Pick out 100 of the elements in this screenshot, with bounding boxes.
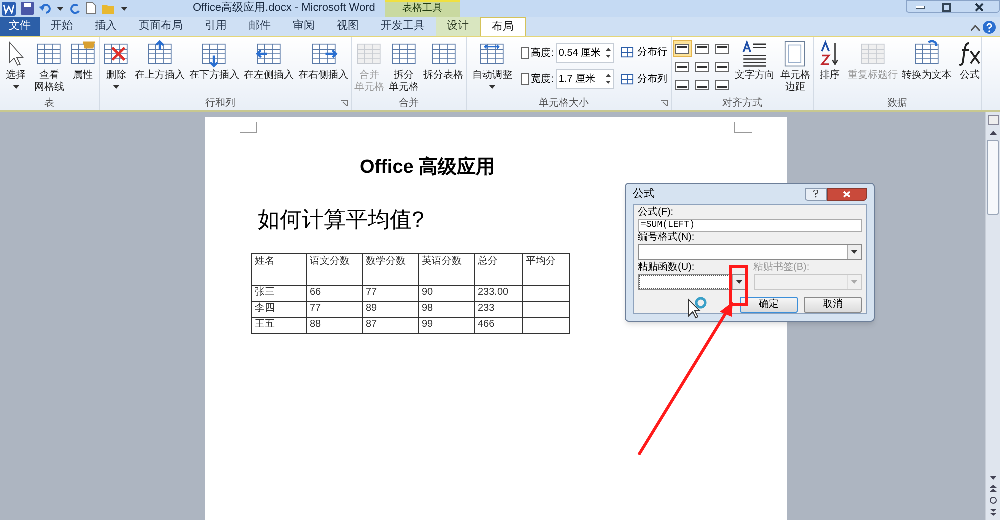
ribbon-button[interactable]: 在左侧插入 <box>242 37 296 97</box>
table-cell: 87 <box>362 317 418 333</box>
ribbon-button[interactable]: 在下方插入 <box>187 37 242 97</box>
ribbon-tab[interactable]: 开发工具 <box>370 17 436 36</box>
ribbon-button[interactable]: 文字方向 <box>732 37 777 97</box>
save-icon[interactable] <box>21 2 34 15</box>
dialog-launcher-icon[interactable] <box>661 100 668 107</box>
group-label: 数据 <box>886 98 908 110</box>
ribbon-tab[interactable]: 插入 <box>84 17 128 36</box>
previous-page-icon[interactable] <box>990 485 996 492</box>
ribbon-button[interactable]: 拆分 单元格 <box>386 37 421 97</box>
group-label: 表 <box>44 98 56 110</box>
table-header-cell: 语文分数 <box>306 253 362 285</box>
ribbon-tab[interactable]: 视图 <box>326 17 370 36</box>
align-button[interactable] <box>672 40 692 57</box>
dialog-launcher-icon[interactable] <box>341 100 348 107</box>
close-button[interactable] <box>827 188 867 200</box>
cancel-button[interactable]: 取消 <box>804 297 862 313</box>
table-cell <box>522 317 570 333</box>
field-label: 高度: <box>531 46 554 60</box>
ribbon-button[interactable]: 在上方插入 <box>132 37 187 97</box>
highlight-frame <box>729 265 748 306</box>
table-cell: 99 <box>418 317 474 333</box>
table-cell: 李四 <box>252 301 306 317</box>
ribbon-button[interactable]: 自动调整 <box>470 37 514 97</box>
ribbon-tab[interactable]: 引用 <box>194 17 238 36</box>
ribbon-button[interactable]: 拆分表格 <box>422 37 466 97</box>
field-label: 粘贴函数(U): <box>638 262 696 274</box>
ribbon-button[interactable]: 单元格 边距 <box>778 37 812 97</box>
dialog-title: 公式 <box>633 186 656 202</box>
ribbon-button[interactable]: 属性 <box>66 37 99 97</box>
word-logo-icon <box>2 2 16 16</box>
table-cell: 233 <box>474 301 522 317</box>
corner-mark <box>240 122 258 134</box>
formula-field[interactable]: =SUM(LEFT) <box>638 219 862 232</box>
ribbon-tab[interactable]: 开始 <box>40 17 84 36</box>
close-icon <box>843 190 851 198</box>
cell-alignment-icon <box>715 62 730 72</box>
table-cell: 77 <box>306 301 362 317</box>
spin-field[interactable]: 0.54 厘米 <box>556 43 614 63</box>
help-button[interactable] <box>805 188 827 200</box>
dropdown-field[interactable] <box>754 274 862 290</box>
ribbon-tab[interactable]: 邮件 <box>238 17 282 36</box>
ok-button[interactable]: 确定 <box>740 297 798 313</box>
group-label: 行和列 <box>204 98 236 110</box>
help-icon[interactable] <box>983 21 996 34</box>
busy-cursor-icon <box>688 296 708 319</box>
ribbon-tab[interactable]: 文件 <box>0 17 40 36</box>
table-cell: 66 <box>306 285 362 301</box>
spin-field[interactable]: 1.7 厘米 <box>556 69 614 89</box>
table-cell: 233.00 <box>474 285 522 301</box>
undo-icon[interactable] <box>39 2 52 15</box>
document-question: 如何计算平均值? <box>258 206 424 234</box>
browse-object-icon[interactable] <box>990 497 996 504</box>
collapse-ribbon-icon[interactable] <box>971 25 980 31</box>
table-header-cell: 英语分数 <box>418 253 474 285</box>
ribbon-tab[interactable]: 设计 <box>436 17 480 36</box>
vertical-scrollbar[interactable] <box>985 112 1000 520</box>
help-icon <box>813 190 819 198</box>
minimize-icon <box>916 6 924 8</box>
contextual-tab-group: 表格工具 <box>385 0 460 17</box>
distribute-columns-icon <box>620 73 634 86</box>
group-label: 单元格大小 <box>538 98 590 110</box>
ribbon-button[interactable]: 排序 <box>814 37 846 97</box>
table-cell: 88 <box>306 317 362 333</box>
dropdown-field[interactable] <box>638 244 862 260</box>
ribbon-button[interactable]: 查看 网格线 <box>32 37 66 97</box>
next-page-icon[interactable] <box>990 509 996 516</box>
redo-icon[interactable] <box>69 2 81 15</box>
column-width-icon <box>521 73 530 85</box>
scroll-down-icon[interactable] <box>990 476 996 480</box>
scroll-thumb[interactable] <box>987 140 999 215</box>
ribbon-button[interactable]: 分布行 <box>620 45 668 60</box>
ribbon-tab[interactable]: 布局 <box>480 17 526 36</box>
caret-icon <box>488 85 496 89</box>
ribbon-tab[interactable]: 页面布局 <box>128 17 194 36</box>
caret-icon <box>112 85 120 89</box>
group-label: 对齐方式 <box>722 98 764 110</box>
table-cell <box>522 285 570 301</box>
corner-mark <box>734 122 752 134</box>
table-cell: 89 <box>362 301 418 317</box>
scroll-up-icon[interactable] <box>990 131 996 135</box>
table-header-cell: 姓名 <box>252 253 306 285</box>
distribute-rows-icon <box>620 46 634 59</box>
ribbon-button[interactable]: 公式 <box>954 37 986 97</box>
dropdown-field[interactable] <box>638 274 746 290</box>
table-cell: 王五 <box>252 317 306 333</box>
table-cell: 77 <box>362 285 418 301</box>
table-header-cell: 总分 <box>474 253 522 285</box>
new-document-icon[interactable] <box>86 2 97 15</box>
cell-alignment-icon <box>695 80 710 90</box>
ribbon-button[interactable]: 转换为文本 <box>900 37 954 97</box>
ribbon-button[interactable]: 删除 <box>100 37 132 97</box>
document-heading: Office 高级应用 <box>360 156 496 180</box>
ribbon-tab[interactable]: 审阅 <box>282 17 326 36</box>
ruler-toggle-icon[interactable] <box>988 115 998 125</box>
ribbon-button[interactable]: 分布列 <box>620 72 668 87</box>
ribbon-button[interactable]: 选择 <box>0 37 32 97</box>
ribbon-button[interactable]: 在右侧插入 <box>296 37 351 97</box>
table-cell: 张三 <box>252 285 306 301</box>
